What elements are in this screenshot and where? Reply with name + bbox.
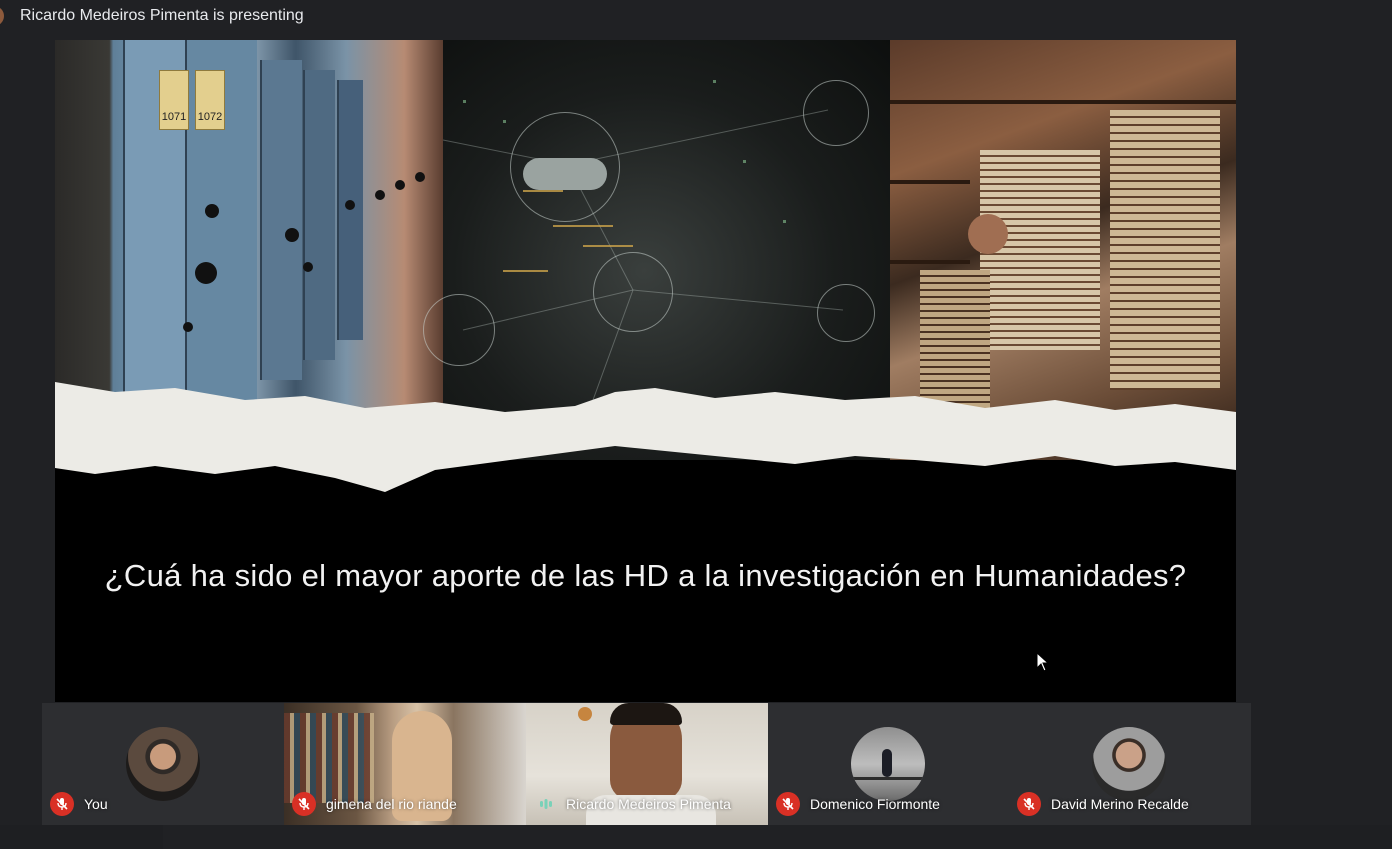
participant-tile-gimena[interactable]: gimena del rio riande	[284, 703, 526, 825]
database-node	[593, 252, 673, 332]
participant-tile-domenico[interactable]: Domenico Fiormonte	[768, 703, 1010, 825]
torn-paper-divider	[55, 382, 1236, 492]
participant-name: gimena del rio riande	[326, 796, 457, 812]
participant-name: Domenico Fiormonte	[810, 796, 940, 812]
presenting-banner: Ricardo Medeiros Pimenta is presenting	[0, 0, 1392, 34]
presenter-avatar	[0, 6, 4, 26]
mouse-pointer-icon	[1036, 652, 1050, 672]
mic-off-icon	[1017, 792, 1041, 816]
avatar	[1092, 727, 1166, 801]
book-stack	[1110, 110, 1220, 390]
mic-off-icon	[50, 792, 74, 816]
participant-name-row: Domenico Fiormonte	[776, 791, 940, 817]
participant-name-row: You	[50, 791, 108, 817]
monitor-node	[803, 80, 869, 146]
aperture-node	[817, 284, 875, 342]
participant-name: David Merino Recalde	[1051, 796, 1189, 812]
mic-off-icon	[292, 792, 316, 816]
bottom-shadow-right	[1130, 825, 1392, 849]
shared-slide: 1071 1072 ¿Cuá ha sido el mayor aporte d…	[55, 40, 1236, 702]
participant-name: You	[84, 796, 108, 812]
avatar	[126, 727, 200, 801]
cabinet-label-2: 1072	[195, 70, 225, 130]
participant-tile-david[interactable]: David Merino Recalde	[1009, 703, 1251, 825]
slide-question: ¿Cuá ha sido el mayor aporte de las HD a…	[104, 558, 1187, 593]
participant-name-row: Ricardo Medeiros Pimenta	[534, 791, 731, 817]
presenting-text: Ricardo Medeiros Pimenta is presenting	[20, 7, 304, 24]
cabinet-label-1: 1071	[159, 70, 189, 130]
document-node	[423, 294, 495, 366]
participant-name-row: David Merino Recalde	[1017, 791, 1189, 817]
speaking-indicator-icon	[534, 792, 558, 816]
bottom-shadow-left	[0, 825, 163, 849]
participant-tile-ricardo[interactable]: Ricardo Medeiros Pimenta	[526, 703, 768, 825]
reader-figure	[968, 214, 1008, 254]
cloud-icon	[523, 158, 607, 190]
participant-name: Ricardo Medeiros Pimenta	[566, 796, 731, 812]
participant-name-row: gimena del rio riande	[292, 791, 457, 817]
participant-tile-you[interactable]: You	[42, 703, 284, 825]
participant-strip: You gimena del rio riande Ricardo Medeir	[42, 703, 1251, 825]
avatar	[851, 727, 925, 801]
mic-off-icon	[776, 792, 800, 816]
